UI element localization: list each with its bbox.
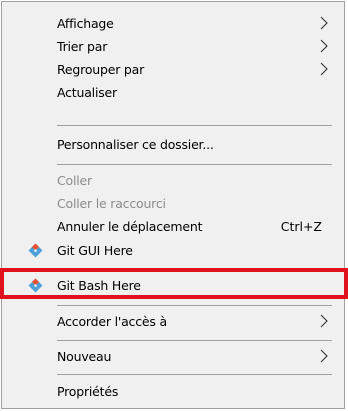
menu-item-label: Git GUI Here — [57, 243, 133, 258]
menu-item-label: Propriétés — [57, 384, 119, 399]
menu-item-label: Git Bash Here — [57, 278, 141, 293]
chevron-right-icon — [319, 62, 329, 76]
menu-item-label: Actualiser — [57, 85, 117, 100]
menu-item-regrouper-par[interactable]: Regrouper par — [2, 58, 344, 80]
git-gui-icon — [28, 243, 43, 258]
menu-item-actualiser[interactable]: Actualiser — [2, 81, 344, 103]
menu-separator — [57, 374, 332, 375]
menu-separator — [57, 164, 332, 165]
context-menu: Affichage Trier par Regrouper par Actual… — [1, 1, 345, 409]
menu-item-coller-raccourci[interactable]: Coller le raccourci — [2, 192, 344, 214]
chevron-right-icon — [319, 314, 329, 328]
menu-item-coller[interactable]: Coller — [2, 169, 344, 191]
chevron-right-icon — [319, 349, 329, 363]
git-bash-icon — [28, 278, 43, 293]
menu-item-label: Accorder l'accès à — [57, 314, 167, 329]
menu-item-accorder-acces[interactable]: Accorder l'accès à — [2, 310, 344, 332]
menu-item-label: Coller le raccourci — [57, 196, 166, 211]
menu-item-git-gui-here[interactable]: Git GUI Here — [2, 239, 344, 261]
menu-item-label: Coller — [57, 173, 92, 188]
menu-item-label: Nouveau — [57, 349, 112, 364]
menu-item-label: Affichage — [57, 16, 114, 31]
menu-item-git-bash-here[interactable]: Git Bash Here — [2, 274, 344, 296]
menu-separator — [57, 305, 332, 306]
menu-item-label: Regrouper par — [57, 62, 145, 77]
menu-item-personnaliser[interactable]: Personnaliser ce dossier... — [2, 133, 344, 155]
menu-item-shortcut: Ctrl+Z — [280, 219, 322, 234]
menu-item-nouveau[interactable]: Nouveau — [2, 345, 344, 367]
menu-item-annuler-deplacement[interactable]: Annuler le déplacement Ctrl+Z — [2, 215, 344, 237]
menu-item-label: Annuler le déplacement — [57, 219, 203, 234]
menu-item-affichage[interactable]: Affichage — [2, 12, 344, 34]
menu-item-proprietes[interactable]: Propriétés — [2, 380, 344, 402]
menu-separator — [57, 340, 332, 341]
chevron-right-icon — [319, 39, 329, 53]
chevron-right-icon — [319, 16, 329, 30]
menu-item-trier-par[interactable]: Trier par — [2, 35, 344, 57]
menu-item-label: Trier par — [57, 39, 108, 54]
menu-item-label: Personnaliser ce dossier... — [57, 137, 214, 152]
menu-separator — [57, 125, 332, 126]
